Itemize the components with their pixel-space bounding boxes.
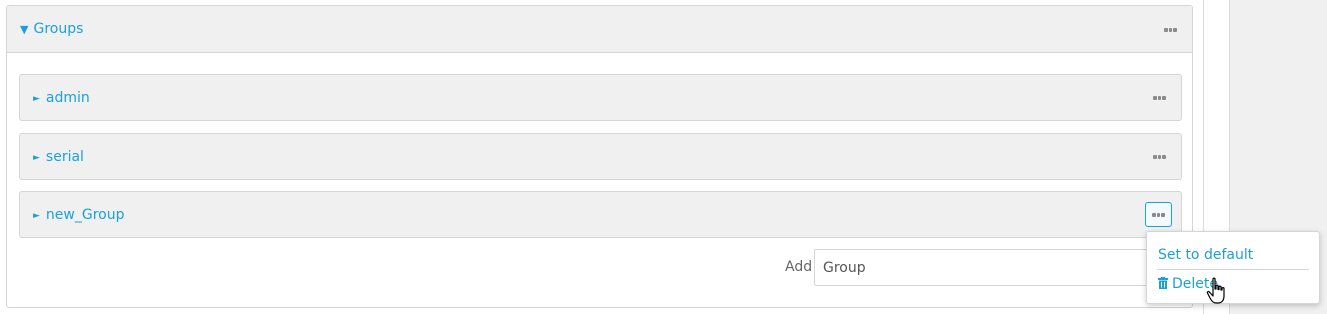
triangle-right-icon: ► <box>33 153 40 163</box>
groups-panel-title[interactable]: ▼ Groups <box>20 21 83 38</box>
group-menu-button-active[interactable] <box>1145 202 1172 227</box>
group-item-label[interactable]: ► admin <box>33 90 90 108</box>
trash-icon <box>1158 277 1168 289</box>
hand-cursor-icon <box>1206 277 1225 304</box>
triangle-right-icon: ► <box>33 211 40 221</box>
ellipsis-icon <box>1152 213 1166 217</box>
add-label: Add <box>785 259 813 275</box>
add-group-input[interactable] <box>814 249 1150 286</box>
set-to-default-menu-item[interactable]: Set to default <box>1158 247 1253 263</box>
triangle-down-icon: ▼ <box>20 23 29 36</box>
triangle-right-icon: ► <box>33 94 40 104</box>
group-menu-icon[interactable] <box>1153 96 1167 100</box>
group-item-label[interactable]: ► serial <box>33 149 84 167</box>
group-item-admin[interactable]: ► admin <box>19 74 1182 121</box>
group-context-menu: Set to default Delete <box>1146 231 1320 304</box>
groups-panel-header[interactable]: ▼ Groups <box>7 6 1192 53</box>
groups-panel-menu-icon[interactable] <box>1164 28 1178 32</box>
group-item-serial[interactable]: ► serial <box>19 133 1182 180</box>
menu-divider <box>1157 269 1309 270</box>
group-item-label[interactable]: ► new_Group <box>33 207 124 225</box>
group-menu-icon[interactable] <box>1153 155 1167 159</box>
group-item-new-group[interactable]: ► new_Group <box>19 191 1182 238</box>
